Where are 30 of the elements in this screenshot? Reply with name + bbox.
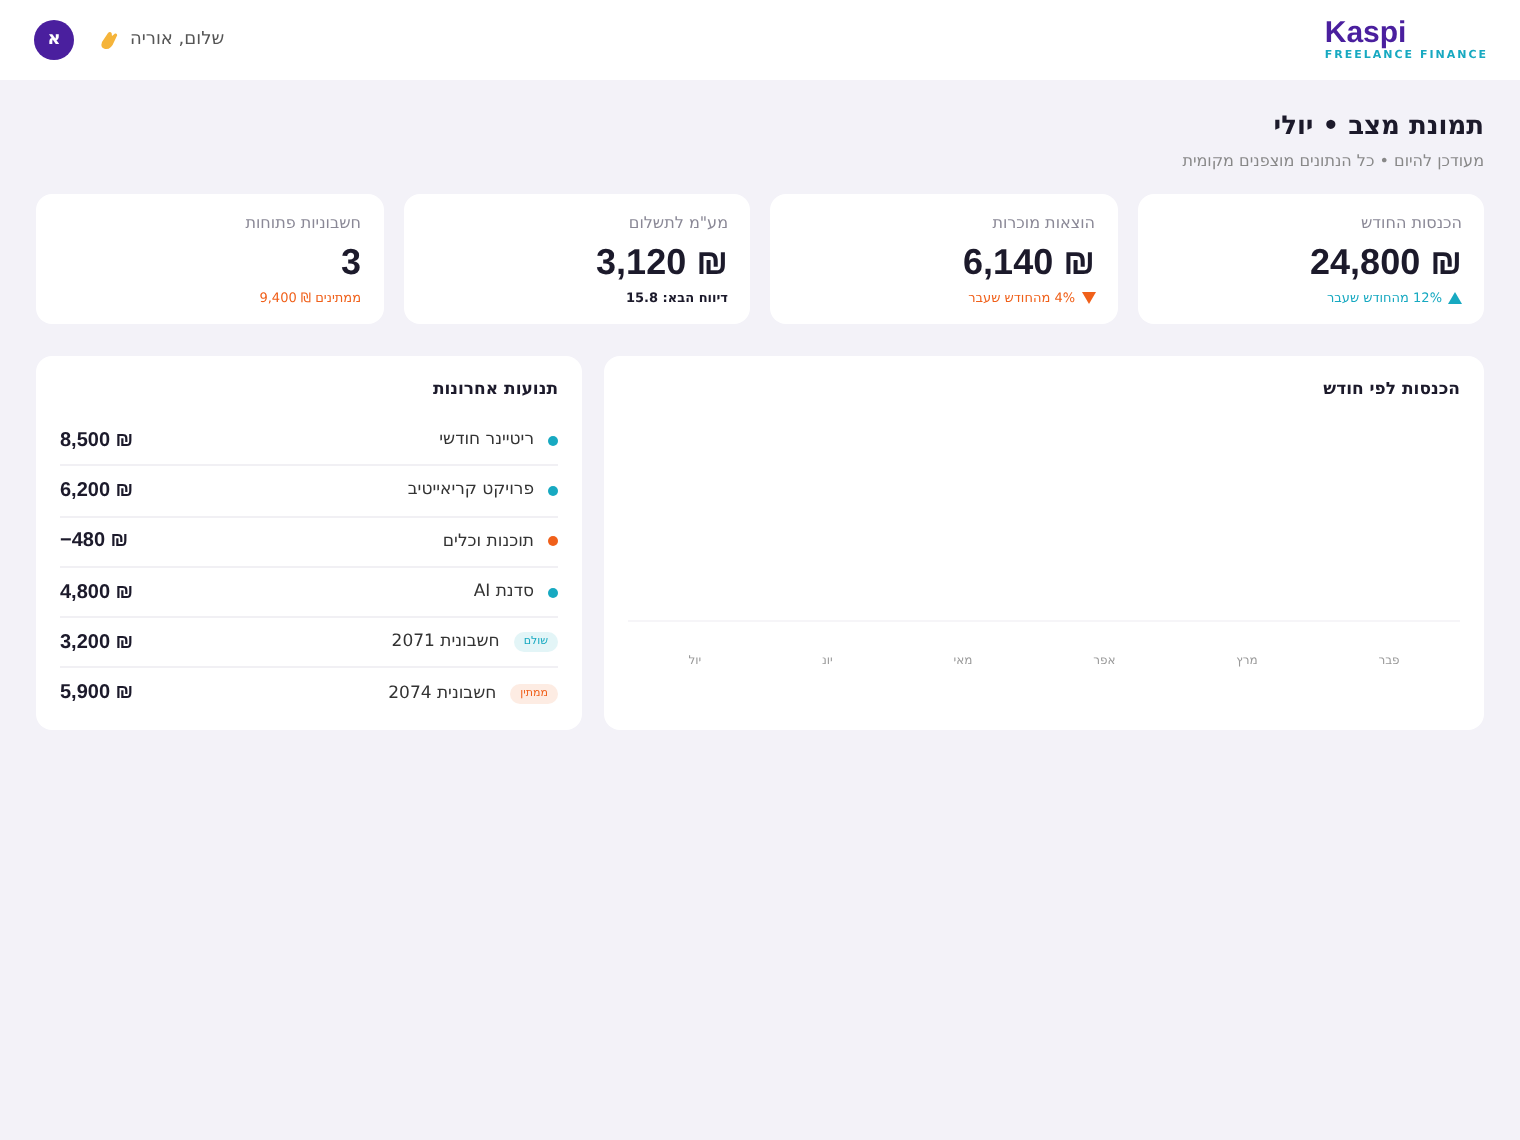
kpi-label: הכנסות החודש	[1359, 214, 1462, 232]
kpi-label: הוצאות מוכרות	[990, 214, 1095, 232]
transactions-title: תנועות אחרונות	[430, 380, 558, 400]
logo-text: Kaspi	[1324, 18, 1407, 50]
transaction-amount: 8,500 ₪	[60, 429, 134, 452]
kpi-label: מע"מ לתשלום	[626, 214, 728, 232]
up-triangle-icon	[1448, 292, 1462, 304]
transaction-amount: 3,200 ₪	[60, 631, 134, 654]
avatar[interactable]: א	[34, 20, 74, 60]
page-title: תמונת מצב • יולי	[1271, 112, 1484, 142]
transaction-name: פרויקט קריאייטיב	[407, 480, 534, 501]
down-triangle-icon	[1081, 292, 1095, 304]
waving-hand-icon	[96, 28, 120, 52]
transaction-name: חשבונית 2074	[388, 683, 497, 704]
kpi-label: חשבוניות פתוחות	[243, 214, 361, 232]
greeting-text: שלום, אוריה	[130, 30, 225, 50]
transaction-amount: 6,200 ₪	[60, 479, 134, 502]
transaction-name: ריטיינר חודשי	[439, 430, 534, 451]
kpi-value: 3	[338, 240, 361, 284]
transaction-amount: −480 ₪	[60, 530, 129, 553]
chart-title: הכנסות לפי חודש	[1321, 380, 1460, 400]
transaction-name: סדנת AI	[473, 582, 534, 603]
transaction-name: חשבונית 2071	[391, 632, 500, 653]
page-subtitle: מעודכן להיום • כל הנתונים מוצפנים מקומית	[1180, 152, 1484, 170]
kpi-value: 3,120 ₪	[594, 240, 728, 284]
transaction-name: תוכנות וכלים	[442, 531, 534, 552]
transaction-amount: 4,800 ₪	[60, 581, 134, 604]
kpi-value: 24,800 ₪	[1308, 240, 1462, 284]
kpi-value: 6,140 ₪	[961, 240, 1095, 284]
transaction-amount: 5,900 ₪	[60, 682, 134, 705]
